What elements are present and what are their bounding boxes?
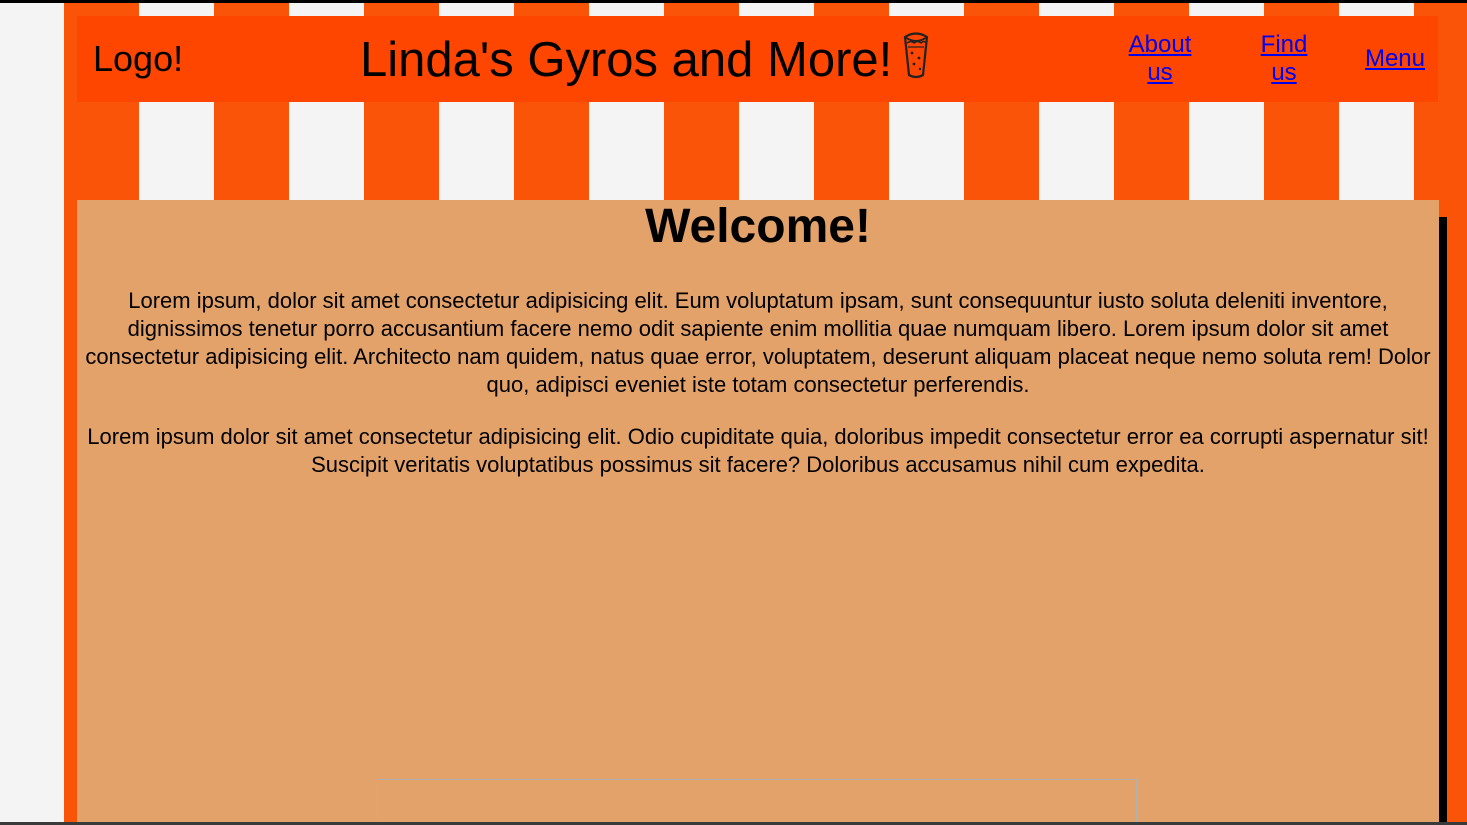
nav-about-us-link[interactable]: About us: [1117, 31, 1203, 87]
site-header: Logo! Linda's Gyros and More! About us F…: [77, 16, 1438, 102]
embedded-frame: [377, 779, 1137, 825]
welcome-heading: Welcome!: [645, 200, 871, 253]
main-content: Welcome! Lorem ipsum, dolor sit amet con…: [77, 200, 1439, 825]
nav-find-us-link[interactable]: Find us: [1249, 31, 1319, 87]
nav-menu-link[interactable]: Menu: [1359, 45, 1431, 73]
content-shadow: [1439, 217, 1447, 825]
intro-paragraph-1: Lorem ipsum, dolor sit amet consectetur …: [85, 288, 1431, 397]
intro-paragraph-2: Lorem ipsum dolor sit amet consectetur a…: [87, 424, 1429, 477]
logo: Logo!: [93, 38, 184, 79]
site-title: Linda's Gyros and More!: [360, 33, 893, 87]
gyro-wrap-icon: [903, 32, 929, 79]
